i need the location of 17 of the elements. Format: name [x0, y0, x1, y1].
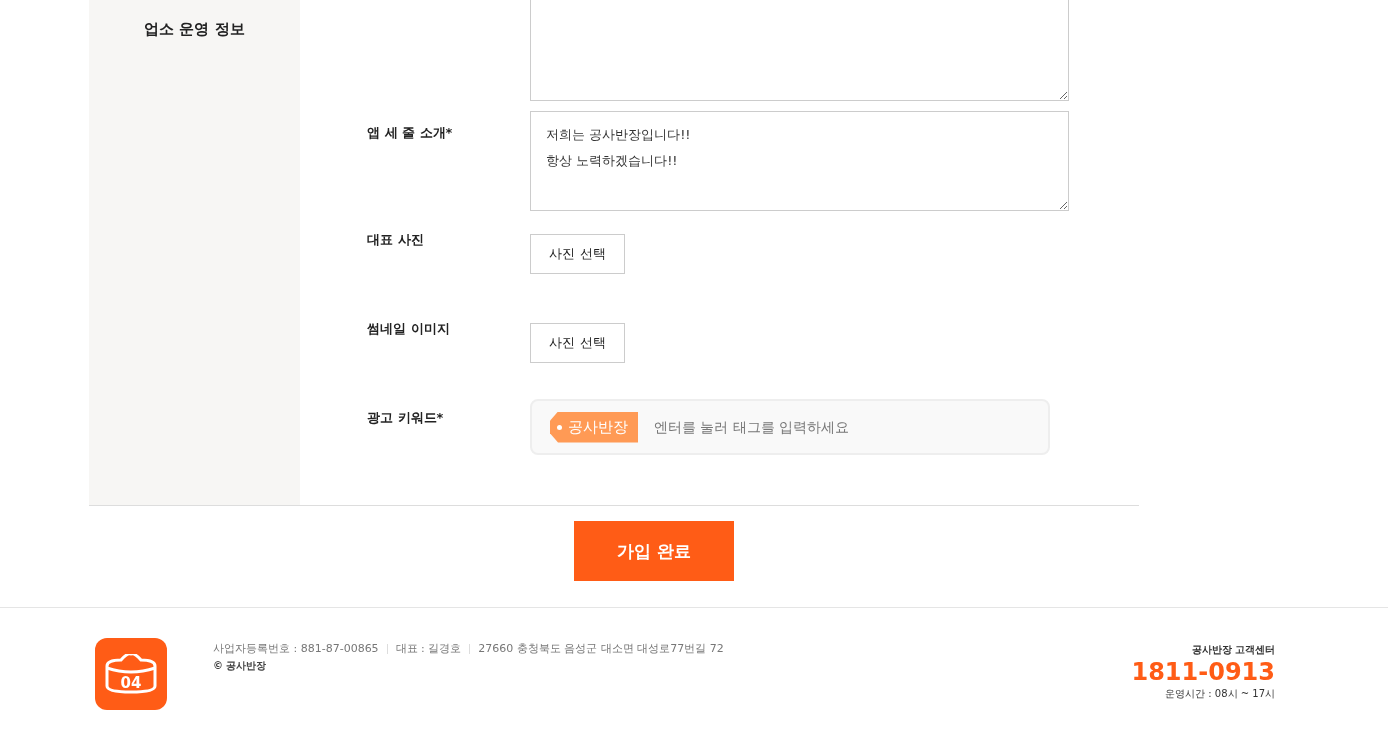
- field-label: 앱 세 줄 소개*: [367, 124, 454, 142]
- field-label: 대표 사진: [367, 231, 425, 249]
- photo-select-button[interactable]: 사진 선택: [530, 234, 625, 274]
- support-title: 공사반장 고객센터: [1191, 643, 1275, 657]
- field-label: 썸네일 이미지: [367, 320, 451, 338]
- phone-number: 1811-0913: [1131, 657, 1275, 687]
- business-hours: 운영시간 : 08시 ~ 17시: [1165, 687, 1275, 701]
- text-area[interactable]: 저희는 공사반장입니다!! 항상 노력하겠습니다!!: [530, 111, 1069, 211]
- photo-select-button[interactable]: 사진 선택: [530, 323, 625, 363]
- company-info: 대표 : 길경호: [395, 641, 462, 656]
- text-area[interactable]: [530, 0, 1069, 101]
- company-info: 27660 충청북도 음성군 대소면 대성로77번길 72: [478, 641, 724, 656]
- logo-icon: 04: [95, 638, 167, 710]
- company-info: 사업자등록번호 : 881-87-00865: [213, 641, 379, 656]
- field-label: 광고 키워드*: [367, 409, 445, 427]
- section-title: 업소 운영 정보: [144, 20, 245, 40]
- copyright: © 공사반장: [213, 659, 268, 673]
